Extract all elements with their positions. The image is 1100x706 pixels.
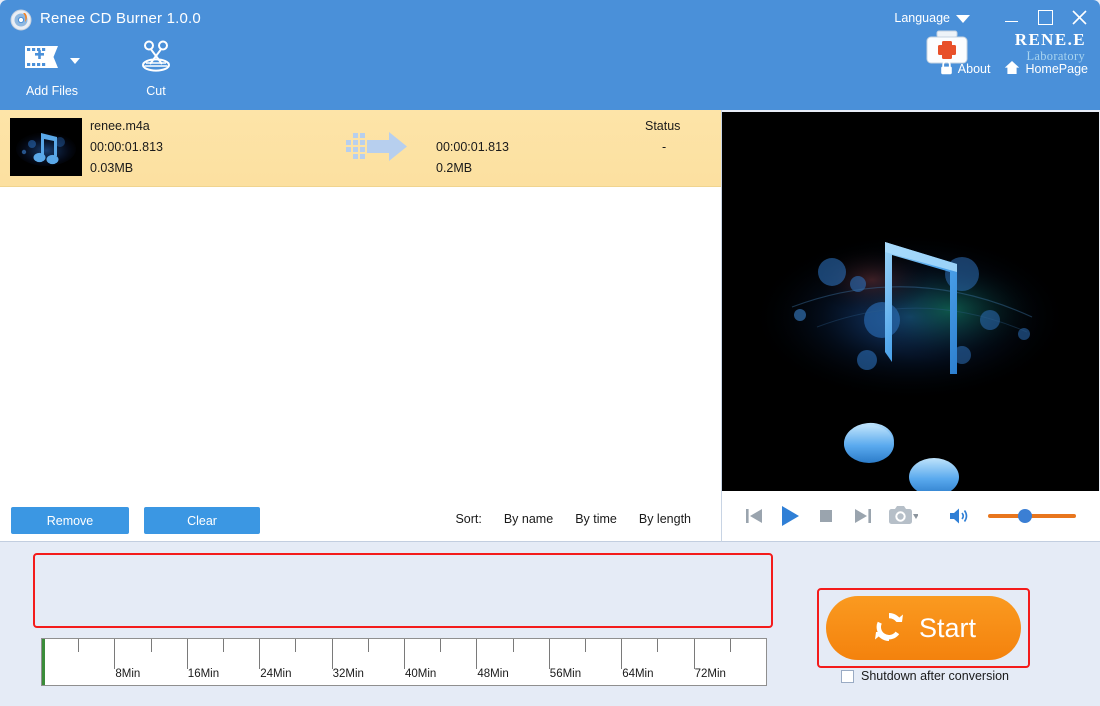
ruler-tick-label: 16Min <box>187 668 220 680</box>
language-selector[interactable]: Language <box>894 11 970 25</box>
ruler-major-tick <box>331 639 333 669</box>
ruler-minor-tick <box>729 639 731 652</box>
file-size: 0.03MB <box>90 161 134 175</box>
sort-by-time[interactable]: By time <box>575 512 617 526</box>
ruler-major-tick <box>186 639 188 669</box>
convert-arrow-icon <box>346 132 408 169</box>
ruler-minor-tick <box>440 639 442 652</box>
snapshot-button[interactable] <box>880 499 926 533</box>
ruler-tick-label: 32Min <box>332 668 364 680</box>
status-badge: - <box>662 140 667 154</box>
language-label: Language <box>894 11 950 25</box>
toolbar-label-cut: Cut <box>146 84 166 98</box>
capacity-used-fill <box>42 639 45 685</box>
skip-previous-icon[interactable] <box>736 499 772 533</box>
ruler-tick-label: 24Min <box>260 668 292 680</box>
homepage-link[interactable]: HomePage <box>1004 60 1088 78</box>
main-toolbar: Add Files Cut <box>0 36 208 98</box>
speaker-icon[interactable] <box>940 499 980 533</box>
table-row[interactable]: renee.m4a 00:00:01.813 0.03MB 00:00:01.8… <box>0 110 721 187</box>
list-action-bar: Remove Clear Sort: By name By time By le… <box>0 500 722 542</box>
stop-icon[interactable] <box>808 499 844 533</box>
ruler-tick-label: 72Min <box>694 668 726 680</box>
output-duration: 00:00:01.813 <box>436 140 509 154</box>
ruler-minor-tick <box>223 639 224 652</box>
volume-slider-knob[interactable] <box>1017 509 1032 523</box>
scissors-icon <box>138 40 174 79</box>
ruler-major-tick <box>476 639 478 669</box>
ruler-major-tick <box>548 639 550 669</box>
homepage-label: HomePage <box>1025 62 1088 76</box>
player-controls <box>722 491 1100 542</box>
sort-controls: Sort: By name By time By length <box>455 512 691 526</box>
ruler-major-tick <box>693 639 695 669</box>
ruler-minor-tick <box>367 639 369 652</box>
ruler-minor-tick <box>150 639 152 652</box>
shutdown-after-conversion-checkbox[interactable]: Shutdown after conversion <box>841 669 1009 683</box>
close-button[interactable] <box>1070 8 1088 26</box>
skip-next-icon[interactable] <box>844 499 880 533</box>
minimize-button[interactable] <box>1002 8 1020 26</box>
ruler-minor-tick <box>657 639 659 652</box>
ruler-tick-label: 56Min <box>549 668 582 680</box>
ruler-tick-label: 40Min <box>405 668 437 680</box>
app-title: Renee CD Burner 1.0.0 <box>40 10 201 27</box>
ruler-tick-label: 48Min <box>477 668 509 680</box>
sort-by-name[interactable]: By name <box>504 512 553 526</box>
file-duration: 00:00:01.813 <box>90 140 163 154</box>
title-bar: Renee CD Burner 1.0.0 Language RENE.E La… <box>0 0 1100 110</box>
ruler-major-tick <box>114 639 116 669</box>
chevron-down-icon <box>70 58 80 64</box>
chevron-down-icon <box>956 15 970 23</box>
about-label: About <box>957 62 991 76</box>
start-button[interactable]: Start <box>826 596 1021 660</box>
ruler-tick-label: 64Min <box>622 668 654 680</box>
remove-button[interactable]: Remove <box>11 507 129 534</box>
window-controls <box>1002 8 1088 26</box>
refresh-circle-icon <box>871 609 907 648</box>
volume-slider[interactable] <box>988 509 1076 523</box>
app-window: Renee CD Burner 1.0.0 Language RENE.E La… <box>0 0 1100 706</box>
ruler-minor-tick <box>295 639 297 652</box>
ruler-tick-label: 8Min <box>115 668 141 680</box>
checkbox-box[interactable] <box>841 669 854 683</box>
preview-panel[interactable] <box>722 112 1099 491</box>
ruler-minor-tick <box>512 639 514 652</box>
ruler-major-tick <box>621 639 623 669</box>
toolbar-label-add-files: Add Files <box>25 84 79 98</box>
cd-disc-icon <box>10 9 32 31</box>
home-icon <box>1004 60 1020 78</box>
sort-by-length[interactable]: By length <box>639 512 691 526</box>
lock-icon <box>940 60 953 78</box>
play-icon[interactable] <box>772 499 808 533</box>
status-column-header: Status <box>645 119 681 133</box>
start-button-label: Start <box>918 612 977 643</box>
toolbar-item-cut[interactable]: Cut <box>104 36 208 98</box>
header-links: About HomePage <box>940 60 1088 78</box>
add-film-strip-icon <box>24 42 64 77</box>
capacity-ruler[interactable]: 8Min 16Min 24Min 32Min 40Min 48Min 56Min 64Min 7… <box>41 638 767 686</box>
music-note-artwork <box>722 112 1099 491</box>
music-note-thumbnail <box>10 118 82 176</box>
file-name: renee.m4a <box>90 119 150 133</box>
about-link[interactable]: About <box>940 60 991 78</box>
toolbar-item-add-files[interactable]: Add Files <box>0 36 104 98</box>
clear-button[interactable]: Clear <box>144 507 260 534</box>
output-size: 0.2MB <box>436 161 473 175</box>
ruler-minor-tick <box>78 639 80 652</box>
maximize-button[interactable] <box>1036 8 1054 26</box>
file-list[interactable]: renee.m4a 00:00:01.813 0.03MB 00:00:01.8… <box>0 110 722 500</box>
ruler-major-tick <box>404 639 405 669</box>
ruler-major-tick <box>259 639 261 669</box>
brand-name: RENE.E <box>1014 30 1086 49</box>
ruler-minor-tick <box>585 639 586 652</box>
sort-label: Sort: <box>455 512 482 526</box>
shutdown-label: Shutdown after conversion <box>861 669 1010 683</box>
